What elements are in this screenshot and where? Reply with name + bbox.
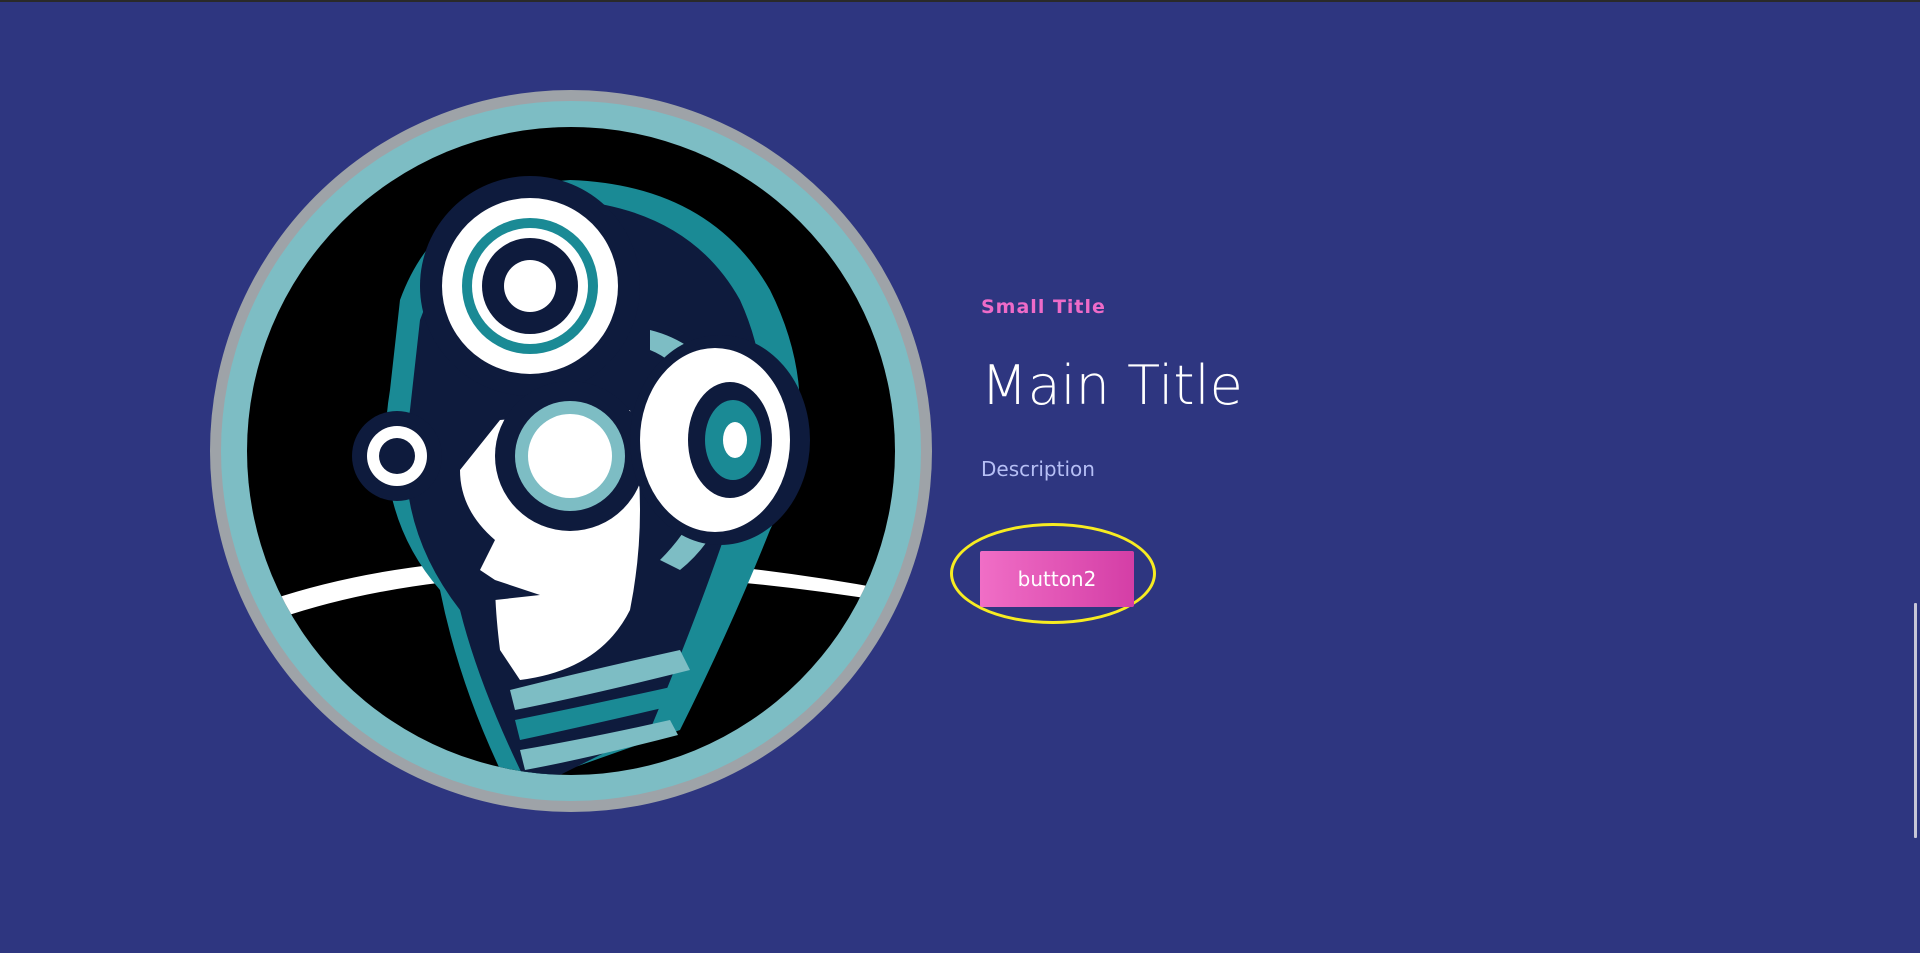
small-title: Small Title [981, 296, 1106, 318]
hero-text-block: Small Title Main Title Description [981, 280, 1681, 481]
robot-head-illustration [210, 90, 932, 812]
scrollbar-thumb[interactable] [1914, 603, 1917, 838]
button2[interactable]: button2 [980, 551, 1134, 607]
hero-section: Small Title Main Title Description butto… [0, 0, 1920, 953]
description: Description [981, 457, 1095, 482]
main-title: Main Title [981, 354, 1243, 417]
button-highlight-area: button2 [950, 523, 1162, 630]
